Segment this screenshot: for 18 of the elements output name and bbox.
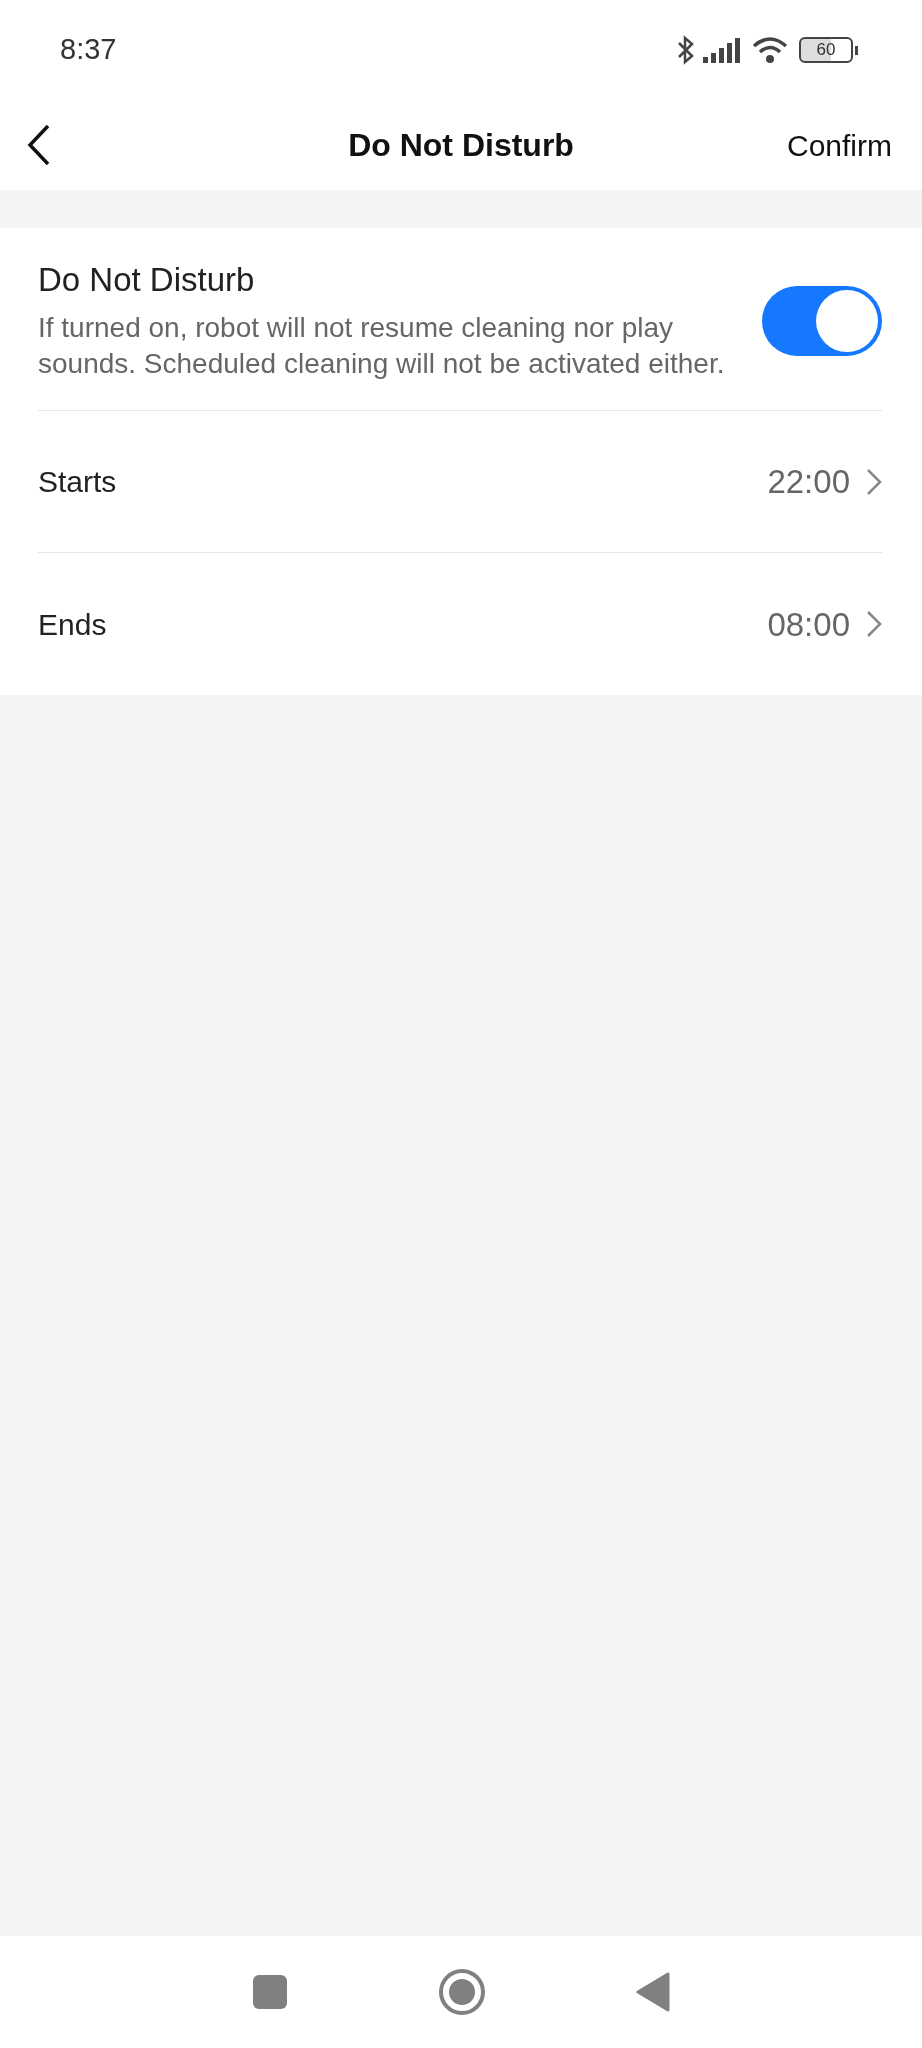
row-label: Ends [38,606,107,643]
time-value[interactable]: 22:00 [767,457,850,507]
chevron-icon [866,610,882,639]
bluetooth-icon [677,35,695,65]
back-button[interactable] [26,124,52,166]
signal-icon [703,37,743,63]
confirm-button[interactable]: Confirm [787,122,892,168]
setting-description: If turned on, robot will not resume cleaning nor play sounds. Scheduled cleaning will not be activated either. [38,310,726,381]
recents-icon[interactable] [252,1974,288,2010]
chevron-icon [866,467,882,496]
home-icon[interactable] [438,1968,486,2016]
time-value[interactable]: 08:00 [767,599,850,650]
page-title: Do Not Disturb [348,126,574,165]
row-label: Starts [38,464,117,501]
setting-title: Do Not Disturb [38,260,256,300]
status-time: 8:37 [60,32,117,68]
back-nav-icon[interactable] [636,1972,670,2012]
back-icon [26,124,52,166]
